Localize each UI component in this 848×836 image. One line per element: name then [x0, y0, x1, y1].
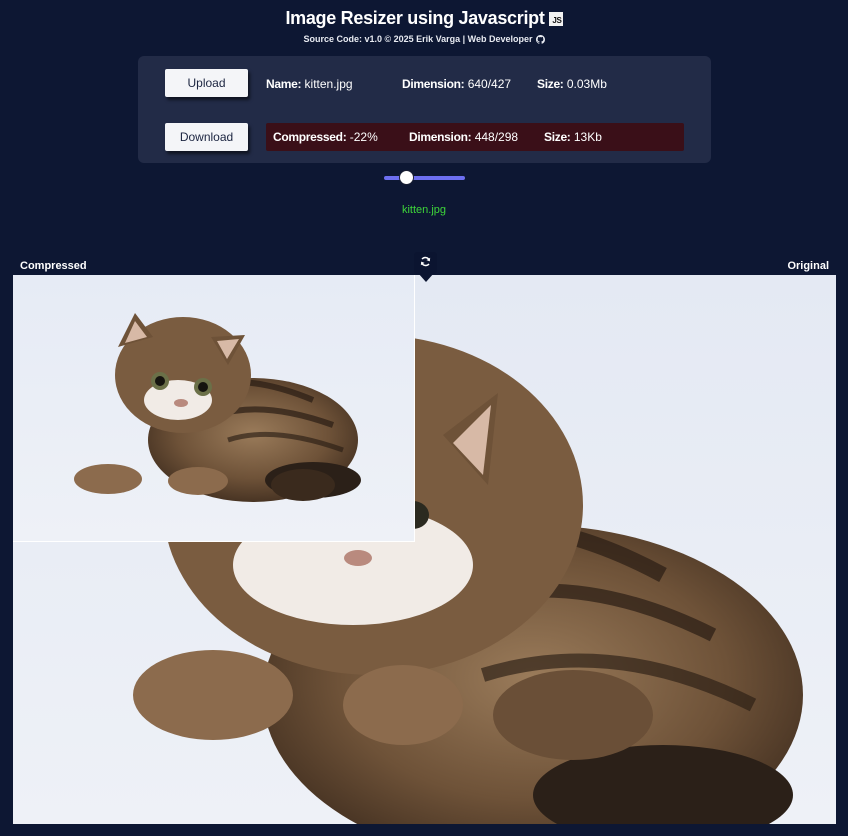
name-label: Name:: [266, 77, 302, 91]
download-button[interactable]: Download: [165, 123, 248, 151]
compressed-image: [13, 275, 414, 541]
compressed-info-bar: Compressed: -22% Dimension: 448/298 Size…: [266, 123, 684, 151]
page-title: Image Resizer using Javascript JS: [285, 8, 563, 29]
subtitle-text: Source Code: v1.0 © 2025 Erik Varga | We…: [303, 34, 533, 44]
compressed-image-overlay[interactable]: [13, 275, 415, 542]
compressed-size-info: Size: 13Kb: [544, 130, 602, 144]
app-header: Image Resizer using Javascript JS Source…: [0, 8, 848, 47]
upload-button[interactable]: Upload: [165, 69, 248, 97]
title-text: Image Resizer using Javascript: [285, 8, 545, 28]
slider-track[interactable]: [384, 176, 465, 180]
compressed-size-label: Size:: [544, 130, 571, 144]
size-value: 0.03Mb: [566, 77, 607, 91]
compressed-label: Compressed:: [273, 130, 347, 144]
original-name-info: Name: kitten.jpg: [266, 77, 353, 91]
dimension-value: 640/427: [467, 77, 512, 91]
image-comparison-viewer[interactable]: [13, 275, 836, 824]
refresh-icon: [420, 254, 431, 272]
compressed-dimension-value: 448/298: [474, 130, 519, 144]
output-filename: kitten.jpg: [401, 204, 447, 216]
compressed-dimension-label: Dimension:: [409, 130, 472, 144]
quality-slider[interactable]: [384, 168, 465, 188]
original-dimension-info: Dimension: 640/427: [402, 77, 511, 91]
original-size-info: Size: 0.03Mb: [537, 77, 607, 91]
control-panel: Upload Name: kitten.jpg Dimension: 640/4…: [138, 56, 711, 163]
dimension-label: Dimension:: [402, 77, 465, 91]
size-label: Size:: [537, 77, 564, 91]
compressed-size-value: 13Kb: [573, 130, 602, 144]
compressed-percent-info: Compressed: -22%: [273, 130, 378, 144]
compressed-dimension-info: Dimension: 448/298: [409, 130, 518, 144]
compressed-value: -22%: [349, 130, 378, 144]
github-icon[interactable]: [535, 34, 545, 44]
slider-thumb[interactable]: [399, 170, 414, 185]
name-value: kitten.jpg: [304, 77, 353, 91]
compressed-view-label: Compressed: [20, 260, 87, 272]
js-logo-icon: JS: [548, 11, 563, 26]
original-view-label: Original: [787, 260, 829, 272]
swap-view-button[interactable]: [414, 252, 437, 282]
source-credit[interactable]: Source Code: v1.0 © 2025 Erik Varga | We…: [303, 34, 545, 44]
